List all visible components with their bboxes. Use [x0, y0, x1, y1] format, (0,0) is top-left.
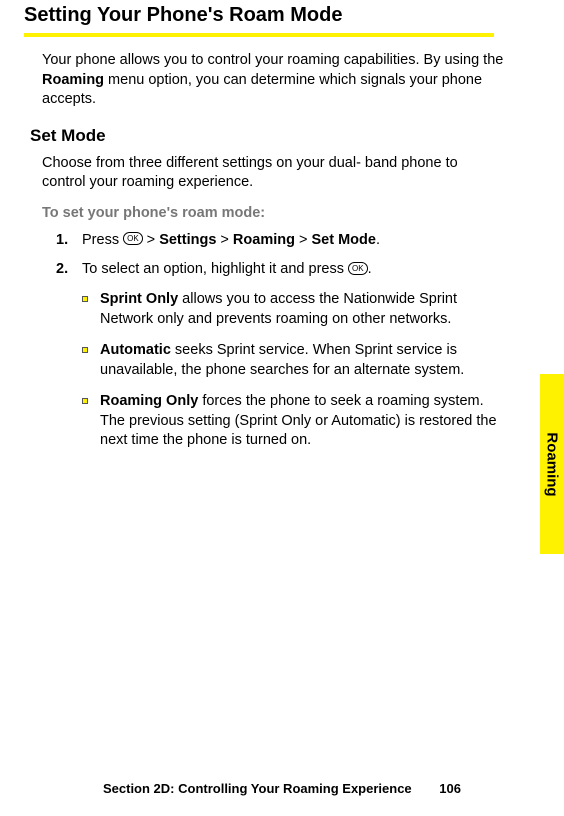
step1-gt3: > [295, 232, 312, 248]
bullet-roaming-only: Roaming Only forces the phone to seek a … [82, 392, 534, 451]
step-1: 1. Press OK > Settings > Roaming > Set M… [56, 231, 534, 251]
step-2: 2. To select an option, highlight it and… [56, 260, 534, 280]
step1-gt2: > [216, 232, 233, 248]
page-footer: Section 2D: Controlling Your Roaming Exp… [0, 781, 564, 796]
ok-key-icon: OK [123, 232, 143, 245]
step1-gt1: > [143, 232, 160, 248]
step-body: To select an option, highlight it and pr… [82, 260, 502, 280]
intro-before: Your phone allows you to control your ro… [42, 52, 503, 68]
bullet-automatic: Automatic seeks Sprint service. When Spr… [82, 341, 534, 380]
step2-after: . [368, 261, 372, 277]
footer-page-number: 106 [439, 781, 461, 796]
intro-after: menu option, you can determine which sig… [42, 72, 482, 108]
title-text: Setting Your Phone's Roam Mode [24, 4, 343, 26]
ok-key-icon: OK [348, 262, 368, 275]
bullet-sprint-only: Sprint Only allows you to access the Nat… [82, 290, 534, 329]
side-tab: Roaming [540, 374, 564, 554]
footer-section: Section 2D: Controlling Your Roaming Exp… [103, 781, 412, 796]
side-tab-label: Roaming [544, 432, 561, 496]
bullet-body: Automatic seeks Sprint service. When Spr… [100, 341, 500, 380]
bullet-body: Sprint Only allows you to access the Nat… [100, 290, 500, 329]
bullet-bold: Sprint Only [100, 291, 178, 307]
bullet-bold: Roaming Only [100, 393, 198, 409]
step1-roaming: Roaming [233, 232, 295, 248]
bullet-icon [82, 347, 88, 353]
intro-bold: Roaming [42, 72, 104, 88]
step-number: 2. [56, 260, 82, 280]
bullet-bold: Automatic [100, 342, 171, 358]
step-body: Press OK > Settings > Roaming > Set Mode… [82, 231, 502, 251]
instruction-title: To set your phone's roam mode: [42, 205, 534, 221]
set-mode-heading: Set Mode [30, 126, 534, 146]
page-title: Setting Your Phone's Roam Mode [24, 4, 534, 33]
step-number: 1. [56, 231, 82, 251]
title-underline [24, 33, 494, 37]
bullet-icon [82, 296, 88, 302]
step1-period: . [376, 232, 380, 248]
step2-before: To select an option, highlight it and pr… [82, 261, 348, 277]
set-mode-description: Choose from three different settings on … [42, 154, 502, 193]
intro-paragraph: Your phone allows you to control your ro… [42, 51, 522, 110]
step1-press: Press [82, 232, 123, 248]
step1-setmode: Set Mode [311, 232, 375, 248]
step1-settings: Settings [159, 232, 216, 248]
bullet-body: Roaming Only forces the phone to seek a … [100, 392, 500, 451]
bullet-icon [82, 398, 88, 404]
